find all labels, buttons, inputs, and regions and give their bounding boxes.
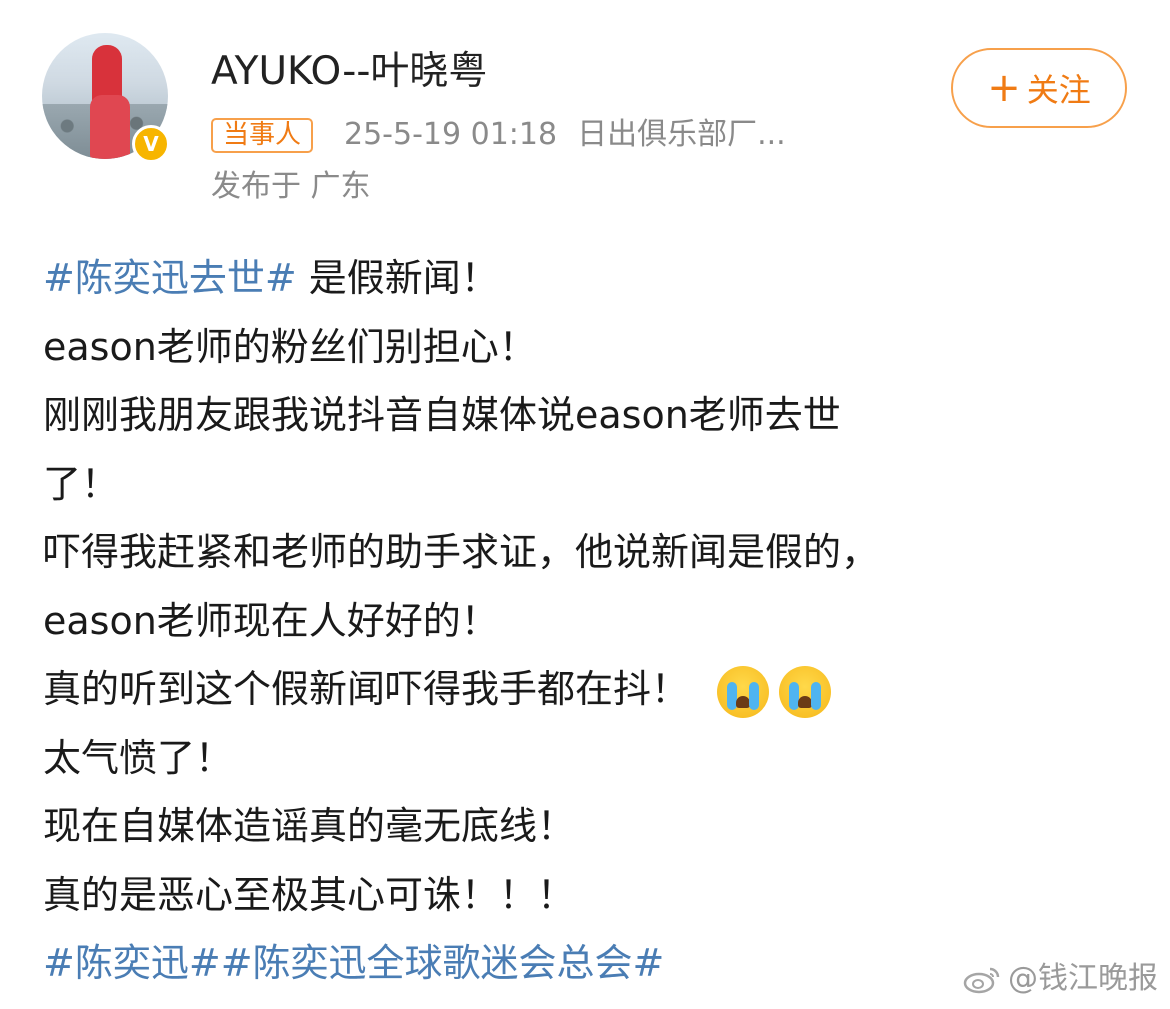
post-line: #陈奕迅##陈奕迅全球歌迷会总会# <box>43 929 1123 998</box>
post-line: 刚刚我朋友跟我说抖音自媒体说eason老师去世 <box>43 393 841 437</box>
crying-face-emoji <box>717 665 770 718</box>
hashtag-link[interactable]: #陈奕迅全球歌迷会总会# <box>221 941 665 985</box>
post-line: 真的是恶心至极其心可诛！！！ <box>43 872 576 917</box>
post-text: 是假新闻！ <box>296 256 499 300</box>
post-line: 现在自媒体造谣真的毫无底线！ <box>43 804 576 848</box>
crying-face-emoji <box>779 665 832 718</box>
post-location: 发布于 广东 <box>211 169 371 204</box>
post-body: #陈奕迅去世# 是假新闻！ eason老师的粉丝们别担心！ 刚刚我朋友跟我说抖音… <box>43 244 1123 998</box>
post-source[interactable]: 日出俱乐部厂... <box>577 117 786 152</box>
post-meta: 25-5-19 01:18 日出俱乐部厂... <box>344 115 786 155</box>
post-text: 真的听到这个假新闻吓得我手都在抖！ <box>43 667 690 711</box>
watermark-text: @钱江晚报 <box>1008 961 1158 996</box>
post-timestamp: 25-5-19 01:18 <box>344 117 558 152</box>
post-line: #陈奕迅去世# 是假新闻！ <box>43 244 1123 313</box>
verified-icon: V <box>132 125 170 163</box>
avatar-figure-body <box>90 95 130 159</box>
post-line: 吓得我赶紧和老师的助手求证，他说新闻是假的， <box>43 530 880 574</box>
watermark: @钱江晚报 <box>962 959 1158 999</box>
hashtag-link[interactable]: #陈奕迅# <box>43 941 221 985</box>
post-line: eason老师现在人好好的！ <box>43 598 499 643</box>
role-badge: 当事人 <box>211 118 314 153</box>
follow-button-label: 关注 <box>1026 71 1091 109</box>
plus-icon: + <box>987 65 1021 111</box>
post-line: 了！ <box>43 461 120 506</box>
follow-button[interactable]: + 关注 <box>951 48 1127 128</box>
hashtag-link[interactable]: #陈奕迅去世# <box>43 256 297 300</box>
username[interactable]: AYUKO--叶晓粤 <box>211 47 487 97</box>
post-line: 太气愤了！ <box>43 735 234 780</box>
post-line: 真的听到这个假新闻吓得我手都在抖！ <box>43 655 1123 724</box>
post-line: eason老师的粉丝们别担心！ <box>43 324 537 369</box>
weibo-icon <box>963 967 1000 994</box>
